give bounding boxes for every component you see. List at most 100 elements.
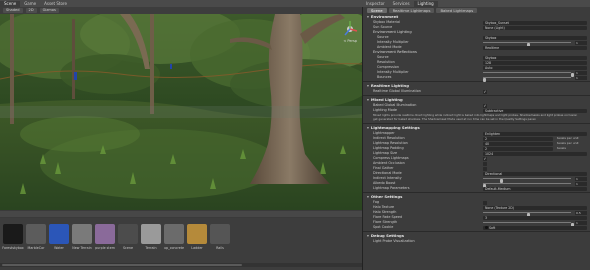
asset-label: up_concrete [163,246,185,250]
shading-mode-dropdown[interactable]: Shaded [3,8,23,13]
scene-tab-bar: Scene Game Asset Store [0,0,362,7]
asset-label: Rails [216,246,224,250]
compress-lightmaps-checkbox[interactable]: ✓ [483,156,487,161]
albedo-boost-slider[interactable] [483,183,571,188]
other-section-title: Other Settings [370,194,403,199]
asset-scrollbar[interactable] [0,263,362,267]
flare-strength-value[interactable]: 1 [575,220,587,225]
skybox-field[interactable]: Skybox_Sunset [483,20,587,25]
scene-viewport[interactable]: < Persp [0,14,362,210]
asset-item[interactable]: Water [49,224,69,264]
asset-thumbnail [141,224,161,244]
refl-intensity-value[interactable]: 1 [575,70,587,75]
projection-label[interactable]: < Persp [343,39,357,43]
tab-lighting-scene[interactable]: Scene [367,8,387,13]
unity-scene-icon [118,224,138,244]
bounces-value[interactable]: 1 [575,75,587,80]
lightmap-resolution-field[interactable]: 40 [483,141,553,146]
tab-realtime-lightmaps[interactable]: Realtime Lightmaps [388,8,435,13]
asset-label: purple stem [95,246,115,250]
asset-item[interactable]: Terrain [141,224,161,264]
resolution-dropdown[interactable]: 128 [483,60,587,65]
refl-intensity-slider[interactable] [483,72,574,77]
lightmap-size-dropdown[interactable]: 1024 [483,151,587,156]
asset-thumbnail [210,224,230,244]
lighting-tabs: Scene Realtime Lightmaps Baked Lightmaps [363,7,590,14]
realtime-section-title: Realtime Lighting [370,83,409,88]
asset-thumbnail [26,224,46,244]
halo-strength-slider[interactable] [483,212,571,217]
ambient-mode-row: Ambient Mode Realtime [363,45,590,50]
spot-cookie-field[interactable]: Soft [483,225,587,230]
spot-cookie-label: Spot Cookie [373,225,394,229]
asset-item[interactable]: Scene [118,224,138,264]
directional-mode-dropdown[interactable]: Directional [483,171,587,176]
asset-item[interactable]: up_concrete [164,224,184,264]
halo-texture-field[interactable]: None (Texture 2D) [483,205,587,210]
intensity-value[interactable]: 1 [575,40,587,45]
asset-thumbnail [72,224,92,244]
albedo-boost-value[interactable]: 1 [575,181,587,186]
refl-source-dropdown[interactable]: Skybox [483,55,587,60]
flare-fade-field[interactable]: 3 [483,215,587,220]
bounces-slider-knob[interactable] [483,77,486,82]
gizmos-dropdown[interactable]: Gizmos [39,8,59,13]
asset-thumbnail [164,224,184,244]
compression-dropdown[interactable]: Auto [483,65,587,70]
mixed-lighting-help-text: Mixed lights provide realtime direct lig… [373,113,578,121]
asset-item[interactable]: purple stem [95,224,115,264]
divider [363,123,590,124]
fog-checkbox[interactable] [483,200,487,205]
sun-source-label: Sun Source [373,25,393,29]
lightmapper-dropdown[interactable]: Enlighten [483,131,587,136]
baked-gi-checkbox[interactable]: ✓ [483,103,487,108]
realtime-gi-label: Realtime Global Illumination [373,89,421,93]
asset-scrollbar-thumb[interactable] [2,264,242,266]
final-gather-checkbox[interactable] [483,166,487,171]
2d-toggle-button[interactable]: 2D [25,8,37,13]
asset-label: Scene [122,246,134,250]
halo-strength-value[interactable]: 0.5 [575,210,587,215]
asset-thumbnail [49,224,69,244]
environment-section-title: Environment [370,14,399,19]
ambient-mode-dropdown[interactable]: Realtime [483,45,587,50]
indirect-resolution-field[interactable]: 2 [483,136,553,141]
bounces-row: Bounces 1 [363,75,590,82]
env-source-dropdown[interactable]: Skybox [483,35,587,40]
light-probe-vis-row: Light Probe Visualization [363,239,590,244]
asset-thumbnail [187,224,207,244]
ambient-occlusion-checkbox[interactable] [483,161,487,166]
lighting-panel: Scene Realtime Lightmaps Baked Lightmaps… [362,7,590,270]
spot-cookie-icon [485,226,488,229]
light-probe-vis-label: Light Probe Visualization [373,239,415,243]
realtime-gi-checkbox[interactable]: ✓ [483,89,487,94]
mixed-section-title: Mixed Lighting [370,97,403,102]
tab-baked-lightmaps[interactable]: Baked Lightmaps [436,8,478,13]
asset-label: New Terrain [72,246,92,250]
sun-source-field[interactable]: None (Light) [483,25,587,30]
unity-editor-window: Scene Game Asset Store Inspector Service… [0,0,590,270]
spot-cookie-row: Spot Cookie Soft [363,225,590,230]
asset-label: Forestskybox [2,246,24,250]
asset-item[interactable]: New Terrain [72,224,92,264]
flare-strength-slider[interactable] [483,222,574,227]
asset-label: MarbleCor [27,246,45,250]
asset-item[interactable]: Rails [210,224,230,264]
indirect-intensity-slider[interactable] [483,178,571,183]
lightmap-parameters-dropdown[interactable]: Default-Medium [483,186,587,191]
lightmap-padding-field[interactable]: 2 [483,146,553,151]
divider [363,192,590,193]
asset-item[interactable]: MarbleCor [26,224,46,264]
lighting-mode-dropdown[interactable]: Subtractive [483,108,587,113]
asset-thumbnail [3,224,23,244]
orientation-gizmo-icon[interactable] [342,20,358,38]
asset-item[interactable]: Forestskybox [2,224,24,264]
bounces-slider[interactable] [483,77,571,82]
asset-item[interactable]: Ladder [187,224,207,264]
intensity-slider[interactable] [483,42,571,47]
indirect-intensity-value[interactable]: 1 [575,176,587,181]
inspector-tab-bar: Inspector Services Lighting [362,0,590,7]
ambient-mode-label: Ambient Mode [377,45,402,49]
lightmap-parameters-row: Lightmap Parameters Default-Medium [363,186,590,191]
bounces-label: Bounces [377,75,392,79]
